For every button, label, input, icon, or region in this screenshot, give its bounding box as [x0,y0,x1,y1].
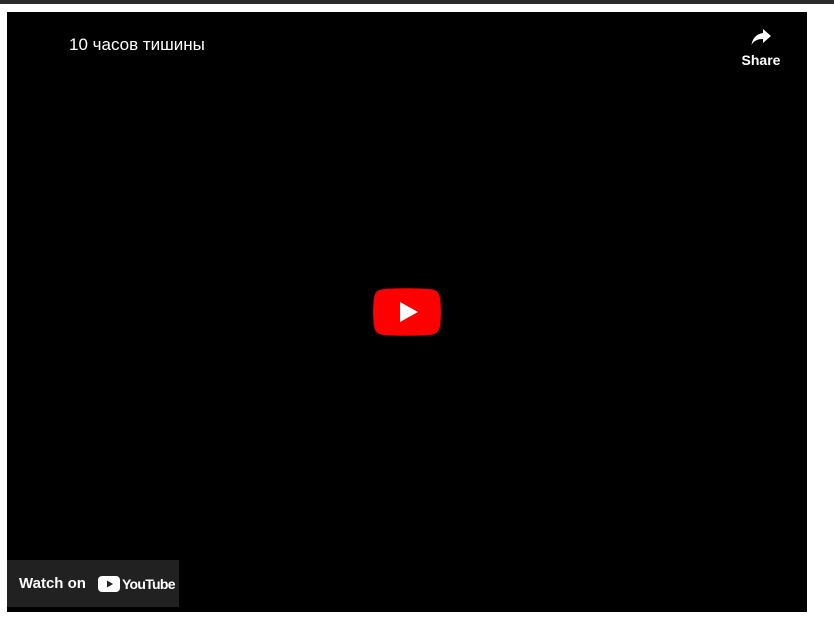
watch-on-youtube-button[interactable]: Watch on YouTube [7,560,179,607]
video-player[interactable]: 10 часов тишины Share Watch on YouTube [7,12,807,612]
video-title[interactable]: 10 часов тишины [69,34,205,56]
youtube-wordmark: YouTube [121,575,176,592]
share-arrow-icon [751,29,771,45]
share-label: Share [741,52,781,68]
youtube-logo: YouTube [97,575,176,592]
top-border [0,0,834,4]
share-button[interactable]: Share [733,24,789,74]
play-button[interactable] [373,288,441,336]
youtube-logo-icon [97,575,120,592]
play-icon [373,288,441,336]
watch-on-label: Watch on [19,575,86,592]
